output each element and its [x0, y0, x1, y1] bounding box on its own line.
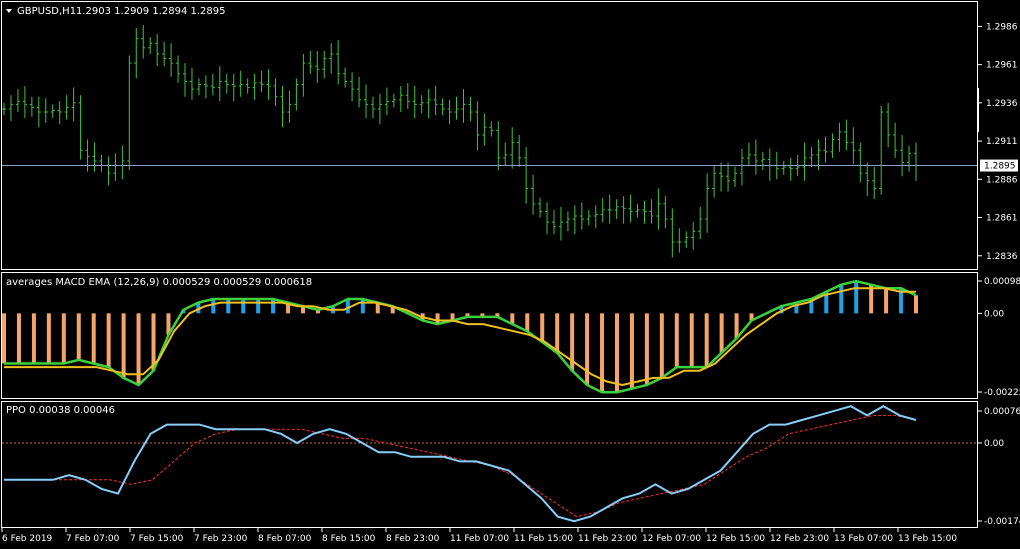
time-tick-label: 11 Feb 23:00 — [578, 534, 637, 544]
macd-histogram-bar — [839, 284, 844, 314]
macd-histogram-bar — [121, 313, 126, 378]
macd-histogram-bar — [226, 299, 231, 314]
price-tick-label: 1.2961 — [986, 61, 1018, 71]
macd-histogram-bar — [31, 313, 36, 364]
macd-histogram-bar — [614, 313, 619, 393]
macd-histogram-bar — [2, 313, 6, 364]
macd-histogram-bar — [76, 313, 81, 360]
time-tick-label: 12 Feb 07:00 — [642, 534, 701, 544]
macd-tick-label: -0.00225 — [984, 388, 1020, 398]
macd-label: averages MACD EMA (12,26,9) 0.000529 0.0… — [6, 277, 312, 288]
macd-histogram-bar — [271, 299, 276, 314]
macd-histogram-bar — [211, 299, 216, 314]
time-tick-label: 11 Feb 07:00 — [450, 534, 509, 544]
macd-histogram-bar — [914, 295, 918, 314]
macd-histogram-bar — [689, 313, 694, 368]
macd-histogram-bar — [674, 313, 679, 368]
macd-histogram-bar — [644, 313, 649, 386]
macd-histogram-bar — [46, 313, 51, 364]
price-tick-label: 1.2886 — [986, 175, 1018, 185]
time-axis: 6 Feb 2019 7 Feb 07:00 7 Feb 15:00 7 Feb 23… — [1, 528, 957, 544]
macd-axis: 0.000986 0.00 -0.00225 — [978, 277, 1020, 398]
price-axis: 1.2986 1.2961 1.2936 1.2911 1.2886 1.2861 1.28… — [978, 22, 1018, 262]
macd-histogram-bar — [734, 313, 739, 339]
ppo-line — [4, 405, 917, 523]
ppo-lines — [2, 405, 977, 523]
ppo-signal-line — [4, 414, 917, 518]
macd-histogram-bar — [241, 299, 246, 314]
time-tick-label: 7 Feb 23:00 — [194, 534, 248, 544]
time-tick-label: 13 Feb 07:00 — [834, 534, 893, 544]
macd-histogram-bar — [256, 299, 261, 314]
time-tick-label: 12 Feb 15:00 — [706, 534, 765, 544]
ppo-axis: 0.00076 0.00 -0.00174 — [978, 407, 1020, 527]
macd-histogram-bar — [555, 313, 560, 353]
macd-histogram-bar — [884, 288, 889, 314]
macd-histogram-bar — [540, 313, 545, 343]
ppo-tick-label: -0.00174 — [984, 517, 1020, 527]
macd-line — [4, 279, 917, 394]
time-tick-label: 7 Feb 15:00 — [130, 534, 184, 544]
macd-tick-label: 0.000986 — [984, 277, 1020, 287]
macd-histogram-bar — [345, 299, 350, 314]
macd-tick-label: 0.00 — [984, 309, 1004, 319]
macd-signal-line — [4, 287, 916, 387]
macd-histogram-bar — [719, 313, 724, 353]
ohlc-values: 1.2903 1.2909 1.2894 1.2895 — [76, 6, 226, 17]
price-tick-label: 1.2911 — [986, 137, 1018, 147]
macd-histogram-bar — [91, 313, 96, 364]
macd-histogram-bar — [106, 313, 111, 368]
ppo-label: PPO 0.00038 0.00046 — [6, 405, 115, 416]
macd-histogram-bar — [585, 313, 590, 386]
current-price-line: 1.2895 — [2, 159, 1018, 172]
macd-histogram-bar — [704, 313, 709, 368]
trading-chart[interactable]: GBPUSD,H1 1.2903 1.2909 1.2894 1.2895 av… — [0, 0, 1020, 549]
macd-histogram-bar — [360, 299, 365, 314]
ppo-tick-label: 0.00076 — [984, 407, 1020, 417]
time-tick-label: 11 Feb 15:00 — [514, 534, 573, 544]
time-tick-label: 7 Feb 07:00 — [66, 534, 120, 544]
triangle-down-icon[interactable] — [6, 9, 12, 13]
current-price-value: 1.2895 — [984, 162, 1016, 172]
price-tick-label: 1.2861 — [986, 214, 1018, 224]
ppo-tick-label: 0.00 — [984, 439, 1004, 449]
axis-scrollbar[interactable] — [977, 88, 979, 132]
time-tick-label: 6 Feb 2019 — [2, 534, 53, 544]
macd-histogram — [2, 281, 918, 393]
price-tick-label: 1.2836 — [986, 252, 1018, 262]
macd-histogram-bar — [16, 313, 21, 364]
macd-histogram-bar — [854, 281, 859, 314]
symbol-label: GBPUSD,H1 — [17, 6, 76, 17]
time-tick-label: 13 Feb 15:00 — [898, 534, 957, 544]
price-pane[interactable] — [1, 1, 978, 270]
macd-pane[interactable] — [1, 272, 978, 399]
price-tick-label: 1.2986 — [986, 22, 1018, 32]
macd-histogram-bar — [525, 313, 530, 332]
macd-histogram-bar — [659, 313, 664, 378]
macd-lines — [4, 279, 917, 394]
macd-histogram-bar — [629, 313, 634, 389]
price-bars — [2, 24, 918, 258]
time-tick-label: 8 Feb 15:00 — [322, 534, 376, 544]
time-tick-label: 8 Feb 07:00 — [258, 534, 312, 544]
macd-histogram-bar — [61, 313, 66, 364]
price-tick-label: 1.2936 — [986, 99, 1018, 109]
time-tick-label: 12 Feb 23:00 — [770, 534, 829, 544]
time-tick-label: 8 Feb 23:00 — [386, 534, 440, 544]
